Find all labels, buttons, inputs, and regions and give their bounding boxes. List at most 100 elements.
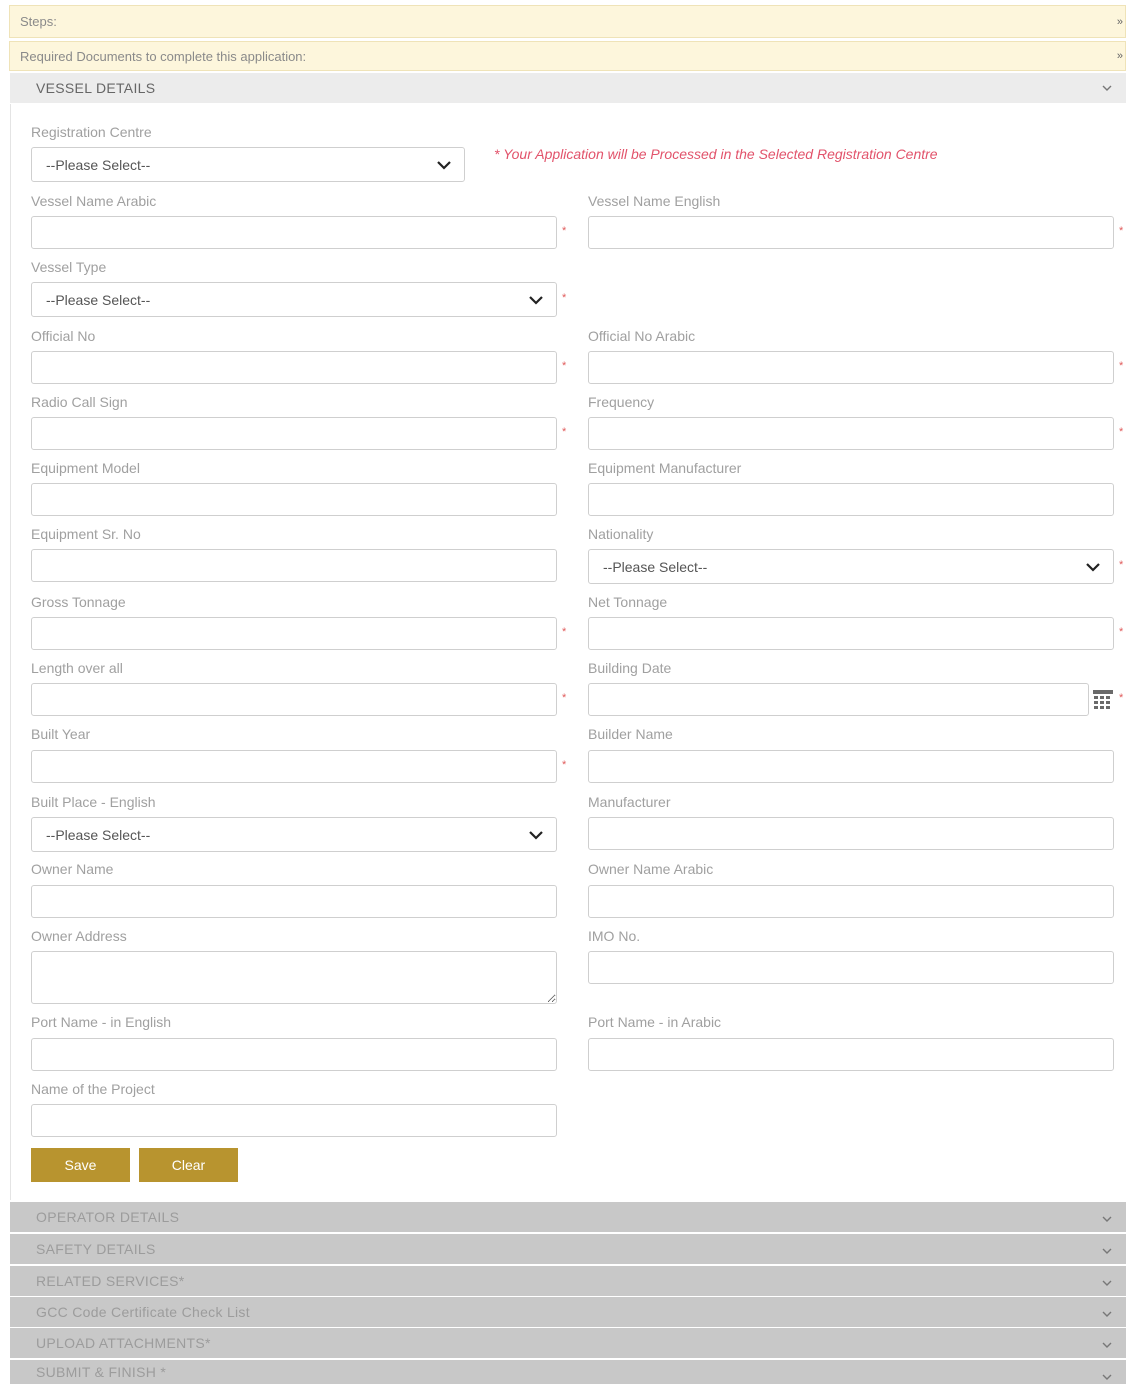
frequency-input[interactable] — [588, 417, 1114, 450]
nationality-label: Nationality — [588, 526, 654, 542]
section-safety-details[interactable]: SAFETY DETAILS — [10, 1234, 1126, 1264]
project-name-input[interactable] — [31, 1104, 557, 1137]
manufacturer-input[interactable] — [588, 817, 1114, 850]
steps-bar[interactable]: Steps: » — [9, 5, 1126, 38]
official-no-input[interactable] — [31, 351, 557, 384]
required-mark: * — [1119, 426, 1124, 438]
imo-no-label: IMO No. — [588, 928, 641, 944]
official-no-label: Official No — [31, 328, 96, 344]
owner-address-textarea[interactable] — [31, 951, 557, 1004]
chevron-down-icon — [1086, 563, 1100, 572]
section-title: OPERATOR DETAILS — [36, 1209, 180, 1225]
select-value: --Please Select-- — [46, 156, 151, 173]
equipment-manufacturer-label: Equipment Manufacturer — [588, 460, 742, 476]
section-upload-attachments[interactable]: UPLOAD ATTACHMENTS* — [10, 1328, 1126, 1358]
required-mark: * — [1119, 692, 1124, 704]
required-mark: * — [1119, 626, 1124, 638]
chevron-down-icon — [529, 296, 543, 305]
gross-tonnage-input[interactable] — [31, 617, 557, 650]
equipment-model-label: Equipment Model — [31, 460, 140, 476]
double-chevron-icon[interactable]: » — [1117, 16, 1123, 28]
section-title: VESSEL DETAILS — [36, 80, 156, 96]
registration-centre-select[interactable]: --Please Select-- — [31, 147, 465, 182]
equipment-manufacturer-input[interactable] — [588, 483, 1114, 516]
manufacturer-label: Manufacturer — [588, 794, 671, 810]
built-place-label: Built Place - English — [31, 794, 156, 810]
chevron-down-icon — [1102, 85, 1112, 91]
chevron-down-icon — [1102, 1342, 1112, 1348]
double-chevron-icon[interactable]: » — [1117, 50, 1123, 62]
official-no-arabic-label: Official No Arabic — [588, 328, 696, 344]
vessel-name-arabic-label: Vessel Name Arabic — [31, 193, 157, 209]
owner-address-label: Owner Address — [31, 928, 127, 944]
section-title: SAFETY DETAILS — [36, 1241, 156, 1257]
vessel-name-arabic-input[interactable] — [31, 216, 557, 249]
section-vessel-details[interactable]: VESSEL DETAILS — [10, 73, 1126, 103]
frequency-label: Frequency — [588, 394, 655, 410]
radio-call-sign-input[interactable] — [31, 417, 557, 450]
required-mark: * — [562, 759, 567, 771]
required-mark: * — [1119, 225, 1124, 237]
builder-name-label: Builder Name — [588, 726, 673, 742]
vessel-type-select[interactable]: --Please Select-- — [31, 282, 557, 317]
owner-name-input[interactable] — [31, 885, 557, 918]
chevron-down-icon — [437, 161, 451, 170]
required-mark: * — [1119, 559, 1124, 571]
registration-note: * Your Application will be Processed in … — [494, 146, 938, 162]
equipment-sr-no-label: Equipment Sr. No — [31, 526, 141, 542]
required-mark: * — [562, 426, 567, 438]
vessel-name-english-label: Vessel Name English — [588, 193, 721, 209]
building-date-input[interactable] — [588, 683, 1089, 716]
owner-name-arabic-label: Owner Name Arabic — [588, 861, 714, 877]
building-date-label: Building Date — [588, 660, 672, 676]
gross-tonnage-label: Gross Tonnage — [31, 594, 126, 610]
built-year-input[interactable] — [31, 750, 557, 783]
required-documents-label: Required Documents to complete this appl… — [20, 48, 307, 64]
net-tonnage-input[interactable] — [588, 617, 1114, 650]
chevron-down-icon — [529, 831, 543, 840]
length-over-all-input[interactable] — [31, 683, 557, 716]
port-name-arabic-input[interactable] — [588, 1038, 1114, 1071]
chevron-down-icon — [1102, 1311, 1112, 1317]
built-place-select[interactable]: --Please Select-- — [31, 817, 557, 852]
chevron-down-icon — [1102, 1374, 1112, 1380]
chevron-down-icon — [1102, 1248, 1112, 1254]
builder-name-input[interactable] — [588, 750, 1114, 783]
project-name-label: Name of the Project — [31, 1081, 155, 1097]
equipment-model-input[interactable] — [31, 483, 557, 516]
owner-name-arabic-input[interactable] — [588, 885, 1114, 918]
owner-name-label: Owner Name — [31, 861, 114, 877]
required-mark: * — [562, 692, 567, 704]
equipment-sr-no-input[interactable] — [31, 549, 557, 582]
save-button[interactable]: Save — [31, 1148, 130, 1182]
net-tonnage-label: Net Tonnage — [588, 594, 668, 610]
port-name-arabic-label: Port Name - in Arabic — [588, 1014, 722, 1030]
select-value: --Please Select-- — [603, 558, 708, 575]
required-documents-bar[interactable]: Required Documents to complete this appl… — [9, 41, 1126, 71]
chevron-down-icon — [1102, 1280, 1112, 1286]
section-operator-details[interactable]: OPERATOR DETAILS — [10, 1202, 1126, 1232]
select-value: --Please Select-- — [46, 826, 151, 843]
section-related-services[interactable]: RELATED SERVICES* — [10, 1266, 1126, 1296]
length-over-all-label: Length over all — [31, 660, 123, 676]
clear-button[interactable]: Clear — [139, 1148, 238, 1182]
vessel-name-english-input[interactable] — [588, 216, 1114, 249]
section-title: SUBMIT & FINISH * — [36, 1364, 167, 1380]
required-mark: * — [562, 360, 567, 372]
required-mark: * — [562, 292, 567, 304]
imo-no-input[interactable] — [588, 951, 1114, 984]
official-no-arabic-input[interactable] — [588, 351, 1114, 384]
section-title: GCC Code Certificate Check List — [36, 1304, 250, 1320]
nationality-select[interactable]: --Please Select-- — [588, 549, 1114, 584]
port-name-english-input[interactable] — [31, 1038, 557, 1071]
registration-centre-label: Registration Centre — [31, 124, 152, 140]
radio-call-sign-label: Radio Call Sign — [31, 394, 128, 410]
section-submit-finish[interactable]: SUBMIT & FINISH * — [10, 1360, 1126, 1384]
section-gcc-code-checklist[interactable]: GCC Code Certificate Check List — [10, 1297, 1126, 1327]
required-mark: * — [562, 225, 567, 237]
port-name-english-label: Port Name - in English — [31, 1014, 172, 1030]
select-value: --Please Select-- — [46, 291, 151, 308]
vessel-details-panel — [10, 104, 1126, 1200]
calendar-icon[interactable] — [1092, 689, 1114, 711]
steps-label: Steps: — [20, 14, 57, 29]
